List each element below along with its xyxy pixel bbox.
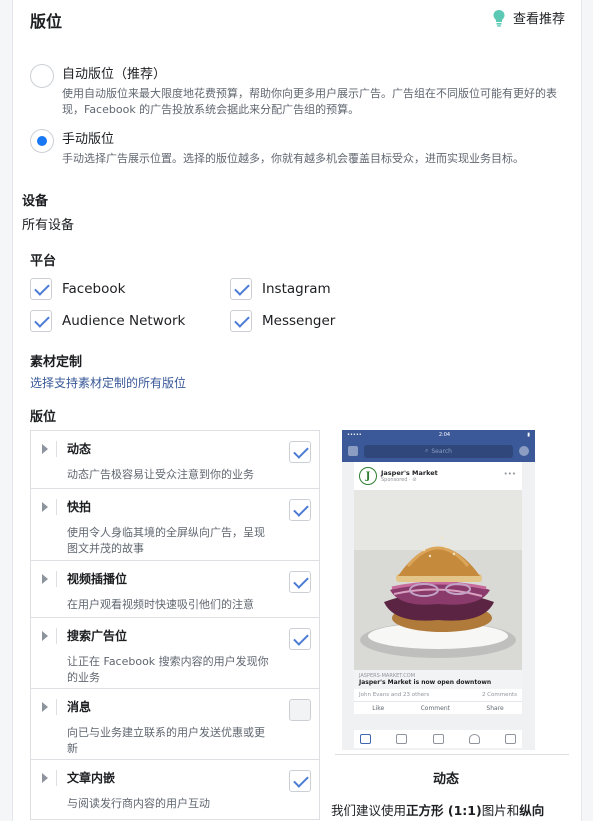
view-recommendations-label: 查看推荐 bbox=[512, 12, 565, 27]
marketplace-icon bbox=[432, 734, 444, 744]
placement-in-article-name: 文章内嵌 bbox=[67, 771, 116, 785]
placement-in-article-checkbox[interactable] bbox=[289, 770, 311, 792]
post-actions: Like Comment Share bbox=[354, 702, 522, 715]
lightbulb-icon bbox=[493, 9, 505, 27]
advertiser-logo: J bbox=[359, 467, 377, 485]
search-icon: ⌕ bbox=[425, 447, 429, 454]
expand-caret-icon[interactable] bbox=[42, 444, 48, 454]
placement-feeds-checkbox[interactable] bbox=[289, 441, 311, 463]
placement-feeds-description: 动态广告极容易让受众注意到你的业务 bbox=[67, 468, 254, 481]
platform-audience-network[interactable]: Audience Network bbox=[30, 310, 185, 332]
phone-mockup: ••••• 2:04 ▮ ⌕ Search J Jasper's Market … bbox=[342, 430, 535, 750]
status-time: 2:04 bbox=[438, 432, 451, 438]
preview-description: 我们建议使用正方形 (1:1)图片和纵向 bbox=[331, 803, 545, 818]
ad-link-box: JASPERS-MARKET.COM Jasper's Market is no… bbox=[354, 670, 522, 689]
manual-placements-label: 手动版位 bbox=[62, 132, 115, 147]
section-title: 版位 bbox=[30, 12, 63, 31]
asset-customization-link[interactable]: 选择支持素材定制的所有版位 bbox=[30, 374, 186, 391]
placement-feeds-name: 动态 bbox=[67, 442, 92, 456]
phone-status-bar: ••••• 2:04 ▮ bbox=[342, 430, 535, 440]
platform-messenger[interactable]: Messenger bbox=[230, 310, 335, 332]
menu-icon bbox=[505, 734, 516, 744]
camera-icon bbox=[348, 446, 358, 456]
comments-count: 2 Comments bbox=[481, 692, 517, 698]
platform-messenger-label: Messenger bbox=[262, 313, 336, 329]
placement-in-stream-video[interactable]: 视频插播位 在用户观看视频时快速吸引他们的注意 bbox=[31, 561, 319, 618]
advertiser-name: Jasper's Market bbox=[381, 469, 438, 477]
placement-feeds[interactable]: 动态 动态广告极容易让受众注意到你的业务 bbox=[31, 431, 319, 489]
placement-search-checkbox[interactable] bbox=[289, 628, 311, 650]
placement-stories-name: 快拍 bbox=[67, 500, 92, 514]
messenger-checkbox[interactable] bbox=[230, 310, 252, 332]
placements-label: 版位 bbox=[30, 410, 57, 425]
automatic-placements-option[interactable]: 自动版位（推荐） 使用自动版位来最大限度地花费预算，帮助你向更多用户展示广告。广… bbox=[30, 64, 572, 118]
expand-caret-icon[interactable] bbox=[42, 702, 48, 712]
placement-search-name: 搜索广告位 bbox=[67, 629, 128, 643]
platforms-label: 平台 bbox=[30, 254, 57, 269]
platform-audience-network-label: Audience Network bbox=[62, 313, 186, 329]
sample-ad-post: J Jasper's Market Sponsored · ⊘ ••• JASP… bbox=[354, 462, 522, 714]
placement-search-description: 让正在 Facebook 搜索内容的用户发现你的业务 bbox=[67, 655, 269, 684]
facebook-top-bar: ⌕ Search bbox=[342, 440, 535, 462]
preview-title: 动态 bbox=[432, 772, 459, 787]
audience-network-checkbox[interactable] bbox=[30, 310, 52, 332]
news-feed-icon bbox=[360, 734, 371, 744]
like-action: Like bbox=[372, 705, 385, 712]
expand-caret-icon[interactable] bbox=[42, 631, 48, 641]
messenger-icon bbox=[519, 446, 529, 456]
placement-messages-description: 向已与业务建立联系的用户发送优惠或更新 bbox=[67, 726, 265, 755]
placement-messages-name: 消息 bbox=[67, 700, 92, 714]
placement-stories-description: 使用令人身临其境的全屏纵向广告，呈现图文并茂的故事 bbox=[67, 526, 265, 555]
more-options-icon: ••• bbox=[503, 470, 516, 478]
manual-placements-description: 手动选择广告展示位置。选择的版位越多，你就有越多机会覆盖目标受众，进而实现业务目… bbox=[62, 152, 524, 165]
instagram-checkbox[interactable] bbox=[230, 278, 252, 300]
share-action: Share bbox=[486, 705, 504, 712]
facebook-checkbox[interactable] bbox=[30, 278, 52, 300]
placement-messages-checkbox[interactable] bbox=[289, 699, 311, 721]
facebook-tab-bar bbox=[354, 730, 522, 748]
placement-search[interactable]: 搜索广告位 让正在 Facebook 搜索内容的用户发现你的业务 bbox=[31, 618, 319, 689]
placement-in-stream-video-checkbox[interactable] bbox=[289, 571, 311, 593]
manual-placements-radio[interactable] bbox=[30, 129, 54, 153]
view-recommendations-button[interactable]: 查看推荐 bbox=[492, 8, 565, 27]
burger-ad-image bbox=[354, 490, 522, 670]
expand-caret-icon[interactable] bbox=[42, 574, 48, 584]
watch-icon bbox=[396, 734, 408, 744]
placements-list: 动态 动态广告极容易让受众注意到你的业务 快拍 使用令人身临其境的全屏纵向广告，… bbox=[30, 430, 320, 820]
ad-headline: Jasper's Market is now open downtown bbox=[359, 679, 492, 686]
placement-stories-checkbox[interactable] bbox=[289, 499, 311, 521]
automatic-placements-description: 使用自动版位来最大限度地花费预算，帮助你向更多用户展示广告。广告组在不同版位可能… bbox=[62, 87, 557, 116]
platform-instagram-label: Instagram bbox=[262, 281, 331, 297]
placement-in-article[interactable]: 文章内嵌 与阅读发行商内容的用户互动 bbox=[31, 760, 319, 820]
notifications-icon bbox=[468, 734, 480, 744]
platform-facebook[interactable]: Facebook bbox=[30, 278, 125, 300]
automatic-placements-radio[interactable] bbox=[30, 64, 54, 88]
asset-customization-label: 素材定制 bbox=[30, 355, 83, 370]
comment-action: Comment bbox=[420, 705, 450, 712]
reactions-count: John Evans and 23 others bbox=[359, 692, 430, 698]
placements-panel: 版位 查看推荐 自动版位（推荐） 使用自动版位来最大限度地花费预算，帮助你向更多… bbox=[12, 0, 582, 821]
preview-divider bbox=[335, 754, 569, 755]
automatic-placements-label: 自动版位（推荐） bbox=[62, 67, 167, 82]
sponsored-label: Sponsored · ⊘ bbox=[381, 477, 417, 483]
search-placeholder: Search bbox=[431, 447, 452, 455]
manual-placements-option[interactable]: 手动版位 手动选择广告展示位置。选择的版位越多，你就有越多机会覆盖目标受众，进而… bbox=[30, 129, 572, 167]
placement-stories[interactable]: 快拍 使用令人身临其境的全屏纵向广告，呈现图文并茂的故事 bbox=[31, 489, 319, 561]
placement-in-stream-video-description: 在用户观看视频时快速吸引他们的注意 bbox=[67, 598, 254, 611]
facebook-search-box: ⌕ Search bbox=[364, 444, 513, 458]
placement-messages[interactable]: 消息 向已与业务建立联系的用户发送优惠或更新 bbox=[31, 689, 319, 760]
ad-preview: ••••• 2:04 ▮ ⌕ Search J Jasper's Market … bbox=[323, 430, 569, 821]
expand-caret-icon[interactable] bbox=[42, 773, 48, 783]
placement-in-article-description: 与阅读发行商内容的用户互动 bbox=[67, 797, 210, 810]
platform-facebook-label: Facebook bbox=[62, 281, 126, 297]
battery-icon: ▮ bbox=[527, 432, 530, 438]
placement-in-stream-video-name: 视频插播位 bbox=[67, 572, 128, 586]
status-signal: ••••• bbox=[347, 432, 362, 438]
platform-instagram[interactable]: Instagram bbox=[230, 278, 331, 300]
devices-value[interactable]: 所有设备 bbox=[22, 214, 74, 233]
reaction-summary: John Evans and 23 others 2 Comments bbox=[354, 689, 522, 702]
expand-caret-icon[interactable] bbox=[42, 502, 48, 512]
devices-label: 设备 bbox=[22, 194, 49, 209]
